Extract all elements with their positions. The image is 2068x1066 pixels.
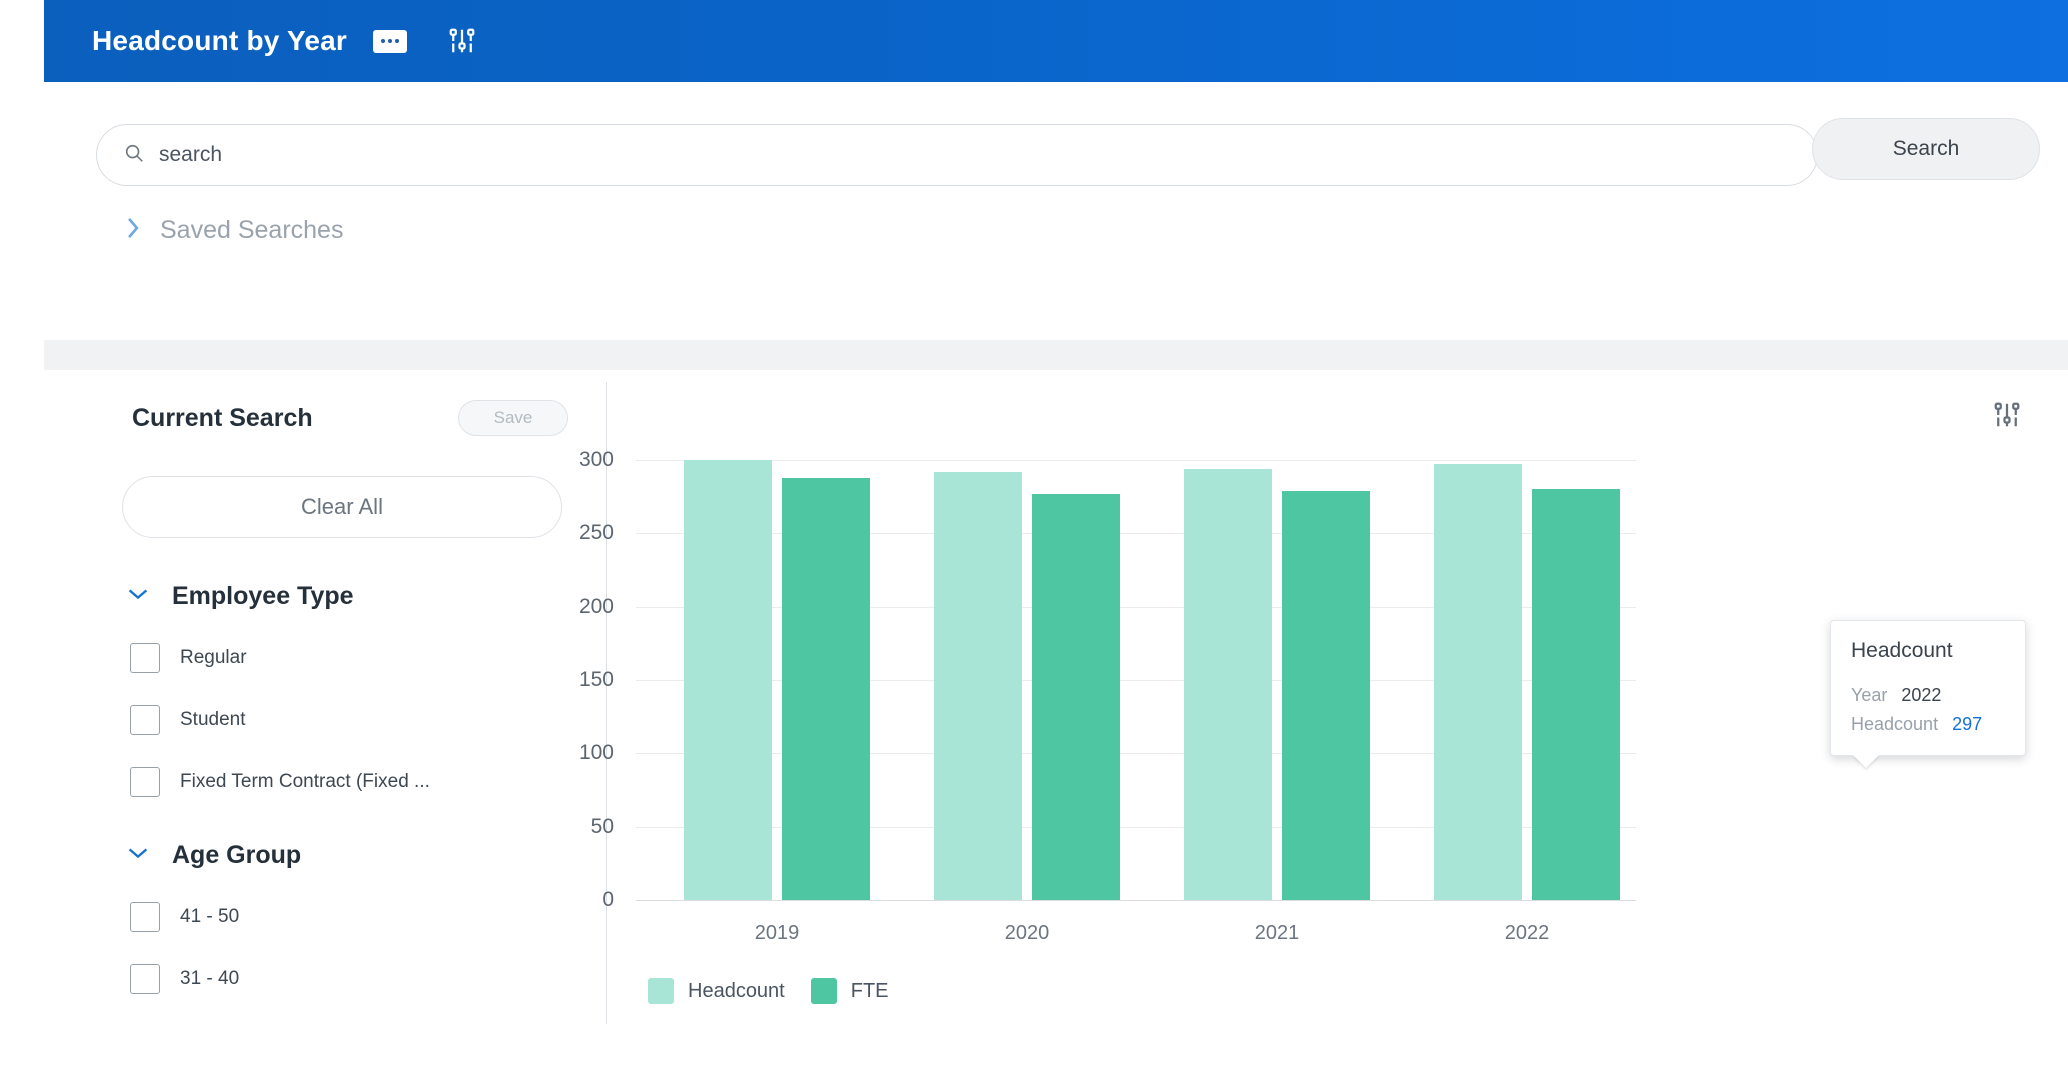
x-axis-tick-label: 2019	[754, 922, 800, 944]
chart-tooltip: Headcount Year 2022 Headcount 297	[1830, 620, 2026, 768]
bar-fte-2020[interactable]	[1032, 493, 1120, 900]
checkbox[interactable]	[130, 643, 160, 673]
facet-header-employee-type[interactable]: Employee Type	[126, 582, 574, 611]
bar-group: 2020	[934, 460, 1120, 944]
bar-group: 2019	[684, 460, 870, 944]
facet-option-31-40[interactable]: 31 - 40	[130, 964, 574, 994]
checkbox[interactable]	[130, 767, 160, 797]
legend-label: Headcount	[688, 979, 785, 1002]
sidebar-header: Current Search Save	[94, 382, 574, 436]
bar-headcount-2020[interactable]	[934, 471, 1022, 900]
bar-headcount-2019[interactable]	[684, 460, 772, 900]
tooltip-row: Headcount 297	[1851, 714, 2005, 735]
saved-searches-toggle[interactable]: Saved Searches	[124, 215, 343, 246]
app-header: Headcount by Year	[44, 0, 2068, 82]
facet-option-student[interactable]: Student	[130, 705, 574, 735]
search-bar: search Search	[44, 82, 2068, 194]
facet-option-label: Fixed Term Contract (Fixed ...	[180, 771, 430, 792]
bar-fte-2021[interactable]	[1282, 490, 1370, 900]
y-axis-tick-label: 250	[578, 521, 614, 545]
sliders-icon[interactable]	[447, 26, 477, 56]
x-axis-tick-label: 2021	[1254, 922, 1300, 944]
facet-option-label: Student	[180, 709, 246, 730]
legend-swatch	[648, 978, 674, 1004]
facet-option-label: Regular	[180, 647, 247, 668]
search-input[interactable]: search	[96, 124, 1818, 186]
y-axis-tick-label: 100	[578, 741, 614, 765]
page-title: Headcount by Year	[92, 25, 347, 56]
y-axis-tick-label: 300	[578, 448, 614, 471]
x-axis-tick-label: 2020	[1004, 922, 1050, 944]
saved-searches-label: Saved Searches	[160, 216, 344, 244]
chevron-down-icon	[126, 845, 150, 866]
current-search-title: Current Search	[132, 403, 313, 432]
gridline	[636, 900, 1636, 901]
legend-item-fte[interactable]: FTE	[810, 978, 889, 1004]
legend-label: FTE	[850, 979, 889, 1002]
x-axis-tick-label: 2022	[1504, 922, 1550, 944]
bar-group: 2022	[1434, 460, 1620, 944]
chevron-right-icon	[124, 215, 142, 246]
tooltip-value: 2022	[1901, 685, 1942, 705]
tooltip-title: Headcount	[1851, 639, 1953, 662]
facet-header-age-group[interactable]: Age Group	[126, 841, 574, 870]
search-icon	[123, 142, 145, 169]
checkbox[interactable]	[130, 902, 160, 932]
facet-title: Age Group	[172, 841, 302, 869]
content-area: Current Search Save Clear All Employee T…	[44, 382, 2068, 1066]
tooltip-arrow	[1853, 755, 1879, 768]
checkbox[interactable]	[130, 705, 160, 735]
tooltip-key: Year	[1851, 685, 1888, 705]
facet-title: Employee Type	[172, 582, 354, 610]
bar-group: 2021	[1184, 460, 1370, 944]
tooltip-value: 297	[1952, 714, 1983, 734]
bar-headcount-2022[interactable]	[1434, 464, 1522, 900]
search-button[interactable]: Search	[1812, 118, 2040, 180]
y-axis-tick-label: 150	[578, 668, 614, 691]
facet-option-label: 31 - 40	[180, 968, 240, 989]
facet-option-regular[interactable]: Regular	[130, 643, 574, 673]
app-window: Headcount by Year search Search Saved Se…	[0, 0, 2068, 1066]
save-button[interactable]: Save	[458, 400, 568, 436]
facet-sidebar: Current Search Save Clear All Employee T…	[94, 382, 574, 994]
bar-headcount-2021[interactable]	[1184, 468, 1272, 900]
chart-panel: 0 50 100 150 200 250 300 2019 2020 2021 2022 Head…	[579, 382, 2068, 1066]
legend-swatch	[810, 978, 837, 1004]
chart-settings-icon[interactable]	[1992, 400, 2022, 435]
tooltip-row: Year 2022	[1851, 685, 2005, 706]
bar-fte-2022[interactable]	[1532, 489, 1620, 900]
facet-option-label: 41 - 50	[180, 906, 240, 927]
checkbox[interactable]	[130, 964, 160, 994]
panel-divider	[606, 382, 607, 1024]
tooltip-key: Headcount	[1851, 714, 1939, 734]
chart-legend: Headcount FTE	[648, 978, 889, 1004]
facet-option-41-50[interactable]: 41 - 50	[130, 902, 574, 932]
clear-all-button[interactable]: Clear All	[122, 476, 562, 538]
y-axis-tick-label: 0	[602, 888, 614, 911]
search-placeholder-text: search	[159, 143, 223, 166]
section-divider-band	[44, 340, 2068, 370]
y-axis-tick-label: 50	[590, 814, 614, 838]
ellipsis-icon[interactable]	[372, 29, 407, 53]
bar-fte-2019[interactable]	[782, 477, 870, 900]
y-axis-tick-label: 200	[578, 594, 614, 618]
chevron-down-icon	[126, 586, 150, 607]
legend-item-headcount[interactable]: Headcount	[648, 978, 785, 1004]
facet-option-fixed-term-contract[interactable]: Fixed Term Contract (Fixed ...	[130, 767, 574, 797]
